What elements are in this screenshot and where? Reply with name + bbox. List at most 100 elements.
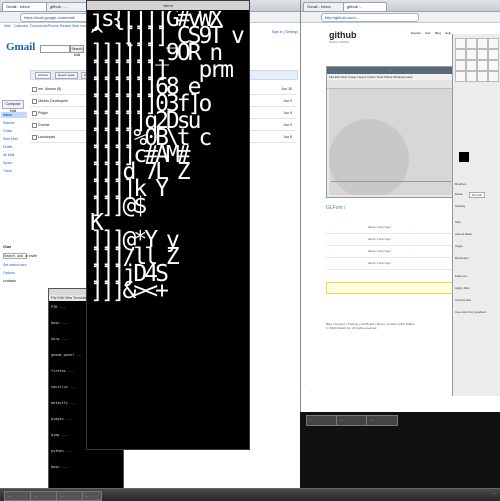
row-checkbox[interactable] [32, 99, 37, 104]
window-button[interactable]: ... [366, 415, 398, 426]
row-from: Pidgin [38, 111, 48, 115]
text-icon[interactable] [455, 60, 466, 71]
search-mail-button[interactable]: Search Mail [70, 45, 84, 57]
nav-help[interactable]: Help [445, 31, 451, 35]
link-mail[interactable]: Mail [4, 24, 10, 28]
rotate-icon[interactable] [477, 49, 488, 60]
table-row[interactable]: ... about 1 hour ago ... [326, 222, 454, 234]
table-row[interactable]: ... about 1 hour ago ... [326, 258, 454, 270]
file-name[interactable]: ... [330, 234, 333, 245]
row-date: Jun 8 [283, 135, 292, 139]
row-checkbox[interactable] [32, 87, 37, 92]
archive-button[interactable]: Archive [35, 72, 52, 79]
window-list: ... ... ... [300, 414, 500, 426]
nav-gist[interactable]: Gist [425, 31, 430, 35]
footer-copyright: © 2010 GitHub Inc. All rights reserved. [326, 326, 378, 330]
row-checkbox[interactable] [32, 111, 37, 116]
eraser-icon[interactable] [466, 71, 477, 82]
gimp-checkbox[interactable]: Use color from gradient [455, 310, 486, 314]
airbrush-icon[interactable] [477, 71, 488, 82]
big-terminal-window: xterm js{[]]]G#vWX ^ `[]]]_CS9T v ]]]]]]… [86, 0, 250, 450]
row-from: me, Ubuntu (8) [38, 87, 62, 91]
nav-explore[interactable]: Explore [411, 31, 421, 35]
file-name[interactable]: ... [330, 222, 333, 233]
tab-gmail[interactable]: Gmail - Inbox [2, 2, 50, 11]
chat-heading: Chat [3, 245, 11, 249]
tab-bar: Gmail - Inbox github ... [301, 0, 500, 12]
gmail-logo: Gmail [6, 40, 35, 54]
gimp-label: Size [455, 220, 461, 224]
user-links[interactable]: Sign in | Settings [250, 30, 298, 36]
window-button[interactable]: ... [306, 415, 338, 426]
clock[interactable]: ... [493, 491, 496, 495]
row-checkbox[interactable] [32, 135, 37, 140]
screenshot-title: ... [327, 67, 455, 74]
screenshot-graphic [329, 119, 451, 199]
row-checkbox[interactable] [32, 123, 37, 128]
ellipse-select-icon[interactable] [466, 38, 477, 49]
chat-search-input[interactable]: Search, add, or invite [3, 253, 37, 259]
chat-options-link[interactable]: Options [3, 271, 15, 275]
report-spam-button[interactable]: Report spam [55, 72, 79, 79]
file-name[interactable]: ... [330, 246, 333, 257]
link-documents[interactable]: Documents [30, 24, 48, 28]
nav-drafts[interactable]: Drafts [3, 145, 12, 149]
row-from: Ubuntu Developers [38, 99, 68, 103]
window-button[interactable]: ... [336, 415, 368, 426]
nav-all-mail[interactable]: All Mail [3, 153, 14, 157]
gimp-label: Opacity [455, 204, 466, 208]
link-web[interactable]: Web [72, 24, 79, 28]
terminal-line: python ... [51, 449, 73, 453]
tab-github[interactable]: github ... [343, 2, 387, 11]
link-photos[interactable]: Photos [48, 24, 59, 28]
row-date: Jun 9 [283, 99, 292, 103]
nav-chats[interactable]: Chats [3, 129, 12, 133]
compose-button[interactable]: Compose Mail [2, 100, 24, 113]
screenshot-canvas [329, 89, 453, 199]
row-from: Gnome [38, 123, 50, 127]
nav-blog[interactable]: Blog [435, 31, 441, 35]
file-message: ... [411, 225, 414, 229]
set-status-link[interactable]: Set status here [3, 263, 27, 267]
terminal-line: Xorg ... [51, 337, 68, 341]
wand-icon[interactable] [488, 38, 499, 49]
search-input[interactable] [40, 45, 70, 53]
link-calendar[interactable]: Calendar [14, 24, 28, 28]
nav-toolbar: http://github.com/... [301, 12, 500, 23]
terminal-line: metacity ... [51, 401, 77, 405]
bucket-icon[interactable] [466, 60, 477, 71]
foreground-color-swatch[interactable] [459, 152, 469, 162]
pencil-icon[interactable] [488, 60, 499, 71]
nav-sent[interactable]: Sent Mail [3, 137, 18, 141]
clone-icon[interactable] [488, 71, 499, 82]
table-row[interactable]: ... about 1 hour ago ... [326, 234, 454, 246]
link-reader[interactable]: Reader [60, 24, 71, 28]
terminal-output[interactable]: js{[]]]G#vWX ^ `[]]]_CS9T v ]]]]]]_9OR n… [90, 11, 246, 447]
brush-icon[interactable] [455, 71, 466, 82]
nav-inbox[interactable]: Inbox [3, 113, 12, 117]
lasso-icon[interactable] [477, 38, 488, 49]
crop-icon[interactable] [466, 49, 477, 60]
mode-select[interactable]: Normal [469, 192, 485, 198]
gimp-checkbox[interactable]: Incremental [455, 298, 471, 302]
row-date: Jun 9 [283, 111, 292, 115]
gimp-label: Angle [455, 244, 463, 248]
gimp-checkbox[interactable]: Apply Jitter [455, 286, 470, 290]
gimp-checkbox[interactable]: Fade out [455, 274, 467, 278]
tab-gmail[interactable]: Gmail - Inbox [303, 2, 347, 11]
github-footer: Blog | Support | Training | Job Board | … [326, 322, 446, 336]
repo-title[interactable]: GLFont / [326, 205, 386, 213]
chat-contacts[interactable]: contacts [3, 279, 16, 283]
nav-starred[interactable]: Starred [3, 121, 14, 125]
terminal-line: nautilus ... [51, 385, 77, 389]
file-name[interactable]: ... [330, 258, 333, 269]
nav-trash[interactable]: Trash [3, 169, 12, 173]
big-terminal-title: xterm [87, 1, 249, 10]
gradient-icon[interactable] [477, 60, 488, 71]
rect-select-icon[interactable] [455, 38, 466, 49]
move-icon[interactable] [455, 49, 466, 60]
table-row[interactable]: ... about 1 hour ago ... [326, 246, 454, 258]
url-bar[interactable]: http://github.com/... [321, 13, 419, 22]
scale-icon[interactable] [488, 49, 499, 60]
nav-spam[interactable]: Spam [3, 161, 12, 165]
